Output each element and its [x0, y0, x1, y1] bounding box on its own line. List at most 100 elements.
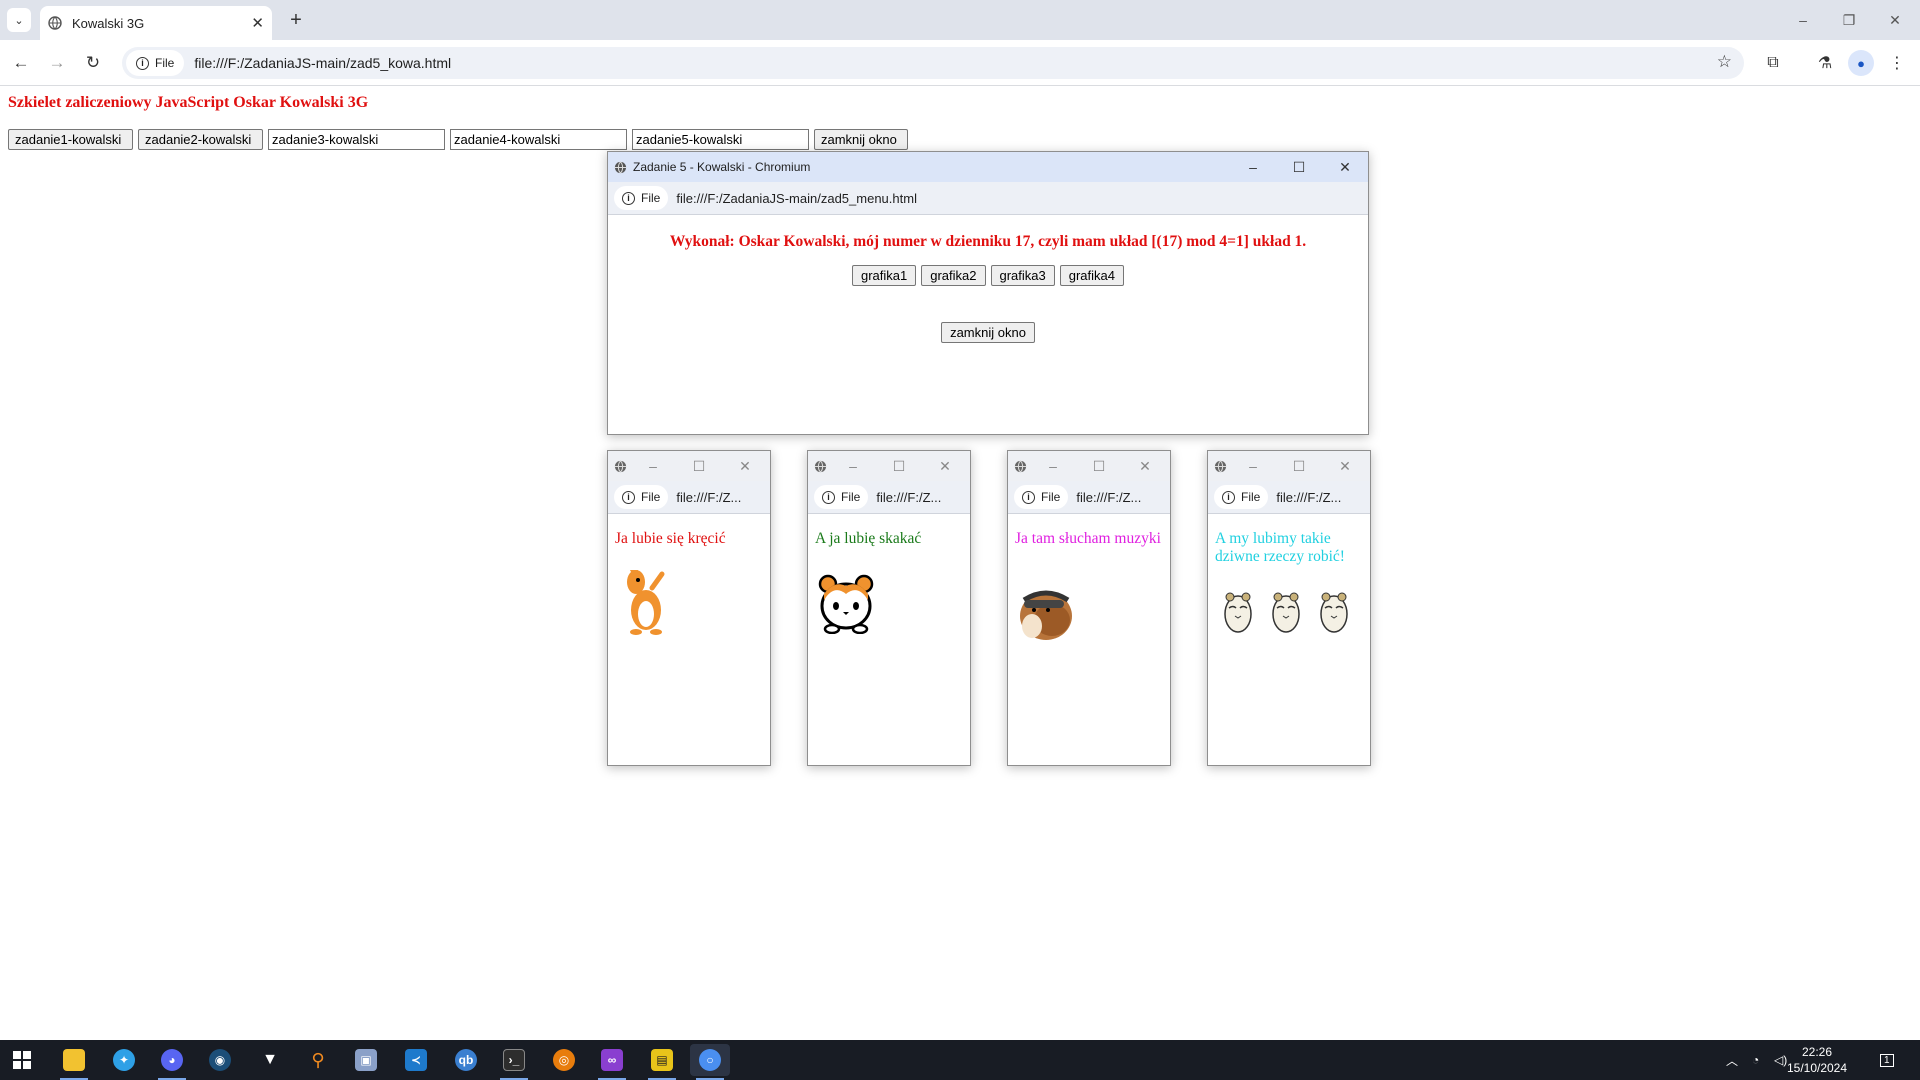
- network-icon[interactable]: ◔: [1752, 1040, 1759, 1080]
- app-bird-icon[interactable]: ✦: [104, 1044, 144, 1076]
- file-label: File: [1041, 490, 1061, 504]
- browser-tab-strip: ⌄ Kowalski 3G ✕ + – ❐ ✕: [0, 0, 1920, 40]
- maximize-icon[interactable]: ☐: [1076, 451, 1122, 481]
- globe-icon: [814, 460, 827, 472]
- info-icon: i: [822, 490, 835, 504]
- popup-caption: A my lubimy takie dziwne rzeczy robić!: [1215, 530, 1345, 565]
- zadanie4-input[interactable]: zadanie4-kowalski: [450, 129, 627, 150]
- close-window-icon[interactable]: ✕: [1872, 8, 1918, 32]
- grafika2-button[interactable]: grafika2: [921, 265, 986, 286]
- minimize-icon[interactable]: –: [1030, 451, 1076, 481]
- globe-icon: [614, 460, 627, 472]
- popup-address-bar: i File file:///F:/Z...: [1208, 481, 1370, 514]
- zadanie2-button[interactable]: zadanie2-kowalski: [138, 129, 263, 150]
- terminal-icon[interactable]: ›_: [494, 1044, 534, 1080]
- popup-address-bar: i File file:///F:/Z...: [808, 481, 970, 514]
- minimize-icon[interactable]: –: [1230, 451, 1276, 481]
- popup-address-bar: i File file:///F:/Z...: [608, 481, 770, 514]
- page-title: Szkielet zaliczeniowy JavaScript Oskar K…: [8, 94, 369, 111]
- popup-url: file:///F:/Z...: [1076, 489, 1142, 505]
- mask-app-icon[interactable]: ∞: [592, 1044, 632, 1080]
- minimize-icon[interactable]: –: [830, 451, 876, 481]
- grafika3-popup-window: – ☐ ✕ i File file:///F:/Z... Ja tam słuc…: [1007, 450, 1171, 766]
- restore-icon[interactable]: ❐: [1826, 8, 1872, 32]
- url-text[interactable]: file:///F:/ZadaniaJS-main/zad5_kowa.html: [194, 55, 451, 71]
- globe-icon: [48, 16, 62, 30]
- info-icon: i: [136, 56, 149, 70]
- site-info-chip[interactable]: i File: [814, 485, 869, 509]
- info-icon: i: [1022, 490, 1035, 504]
- grafika4-popup-window: – ☐ ✕ i File file:///F:/Z... A my lubimy…: [1207, 450, 1371, 766]
- close-icon[interactable]: ✕: [1322, 152, 1368, 182]
- new-tab-button[interactable]: +: [284, 8, 308, 32]
- close-icon[interactable]: ✕: [922, 451, 968, 481]
- fox-app-icon[interactable]: ▼: [250, 1044, 290, 1076]
- discord-icon[interactable]: ◕: [152, 1044, 192, 1080]
- grafika1-popup-window: – ☐ ✕ i File file:///F:/Z... Ja lubie si…: [607, 450, 771, 766]
- task-button-row: zadanie1-kowalski zadanie2-kowalski zada…: [8, 129, 908, 150]
- maximize-icon[interactable]: ☐: [1276, 152, 1322, 182]
- grafika1-button[interactable]: grafika1: [852, 265, 917, 286]
- start-icon[interactable]: [2, 1044, 42, 1076]
- minimize-icon[interactable]: –: [1780, 8, 1826, 32]
- minimize-icon[interactable]: –: [1230, 152, 1276, 182]
- grafika-button-row: grafika1 grafika2 grafika3 grafika4: [608, 265, 1368, 286]
- labs-flask-icon[interactable]: ⚗: [1812, 50, 1838, 76]
- windows-logo-icon: [13, 1051, 31, 1069]
- site-info-chip[interactable]: i File: [614, 186, 669, 210]
- tab-active[interactable]: Kowalski 3G ✕: [40, 6, 272, 40]
- steam-icon[interactable]: ◉: [200, 1044, 240, 1076]
- maximize-icon[interactable]: ☐: [876, 451, 922, 481]
- globe-icon: [1014, 460, 1027, 472]
- grafika4-button[interactable]: grafika4: [1059, 265, 1124, 286]
- chromium-icon[interactable]: ○: [690, 1044, 730, 1080]
- maximize-icon[interactable]: ☐: [1276, 451, 1322, 481]
- site-info-chip[interactable]: i File: [1214, 485, 1269, 509]
- popup-address-bar: i File file:///F:/ZadaniaJS-main/zad5_me…: [608, 182, 1368, 215]
- minimize-icon[interactable]: –: [630, 451, 676, 481]
- zadanie3-input[interactable]: zadanie3-kowalski: [268, 129, 445, 150]
- site-info-chip[interactable]: i File: [614, 485, 669, 509]
- info-icon: i: [622, 191, 635, 205]
- bookmark-star-icon[interactable]: ☆: [1717, 52, 1732, 72]
- grafika3-button[interactable]: grafika3: [990, 265, 1055, 286]
- extensions-icon[interactable]: ⧉: [1760, 50, 1786, 76]
- close-popup-button[interactable]: zamknij okno: [941, 322, 1035, 343]
- reload-icon[interactable]: ↻: [80, 50, 106, 76]
- site-info-chip[interactable]: i File: [1014, 485, 1069, 509]
- popup-caption: Ja lubie się kręcić: [615, 530, 726, 547]
- image-app-icon[interactable]: ▣: [346, 1044, 386, 1076]
- kebab-menu-icon[interactable]: ⋮: [1884, 50, 1910, 76]
- back-arrow-icon[interactable]: ←: [8, 50, 34, 76]
- address-bar[interactable]: i File file:///F:/ZadaniaJS-main/zad5_ko…: [122, 47, 1744, 79]
- popup-url: file:///F:/Z...: [676, 489, 742, 505]
- pdf-app-icon[interactable]: ▤: [642, 1044, 682, 1080]
- popup-title: Zadanie 5 - Kowalski - Chromium: [633, 160, 811, 174]
- blender-icon[interactable]: ◎: [544, 1044, 584, 1076]
- popup-url: file:///F:/Z...: [876, 489, 942, 505]
- forward-arrow-icon[interactable]: →: [44, 50, 70, 76]
- tab-search-button[interactable]: ⌄: [7, 8, 31, 32]
- three-hamsters-image: [1224, 592, 1348, 633]
- close-icon[interactable]: ✕: [1122, 451, 1168, 481]
- vscode-icon[interactable]: ≺: [396, 1044, 436, 1076]
- zadanie1-button[interactable]: zadanie1-kowalski: [8, 129, 133, 150]
- site-info-chip[interactable]: i File: [126, 50, 185, 76]
- notification-icon[interactable]: 1: [1880, 1040, 1894, 1080]
- popup-address-bar: i File file:///F:/Z...: [1008, 481, 1170, 514]
- file-explorer-icon[interactable]: [54, 1044, 94, 1080]
- globe-icon: [1214, 460, 1227, 472]
- tab-close-icon[interactable]: ✕: [251, 14, 264, 32]
- tray-chevron-icon[interactable]: ︿: [1726, 1040, 1738, 1080]
- close-icon[interactable]: ✕: [1322, 451, 1368, 481]
- close-icon[interactable]: ✕: [722, 451, 768, 481]
- windows-taskbar: ✦ ◕ ◉ ▼ ⚲ ▣ ≺ qb ›_ ◎ ∞ ▤ ○ ︿ ◔ ◁) 22:26…: [0, 1040, 1920, 1080]
- qbittorrent-icon[interactable]: qb: [446, 1044, 486, 1076]
- close-window-button[interactable]: zamknij okno: [814, 129, 908, 150]
- zadanie5-input[interactable]: zadanie5-kowalski: [632, 129, 809, 150]
- profile-avatar-icon[interactable]: ●: [1848, 50, 1874, 76]
- maximize-icon[interactable]: ☐: [676, 451, 722, 481]
- system-clock[interactable]: 22:26 15/10/2024: [1786, 1044, 1848, 1076]
- search-app-icon[interactable]: ⚲: [298, 1044, 338, 1076]
- file-label: File: [1241, 490, 1261, 504]
